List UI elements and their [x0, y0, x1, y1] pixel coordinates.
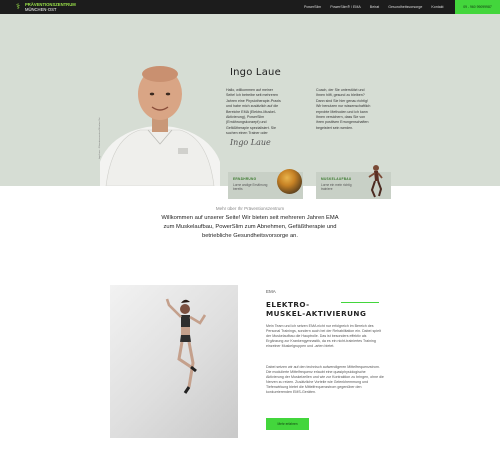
portrait-caption: Ingo Laue – Präventionszentrum München O… — [99, 117, 101, 159]
ema-tag: EMA — [266, 289, 276, 294]
logo-line2-a: MÜNCHEN — [25, 7, 47, 12]
logo-line2: MÜNCHEN-OST — [25, 7, 76, 12]
ema-title-line1: ELEKTRO- — [266, 300, 310, 309]
menu-item-beirat[interactable]: Beirat — [370, 5, 379, 9]
phone-cta-button[interactable]: 09 - 960 99099987 — [455, 0, 500, 14]
card-title: MUSKELAUFBAU — [321, 177, 352, 181]
menu-item-powerslim[interactable]: PowerSlim — [304, 5, 321, 9]
hero-text-col1: Hallo, willkommen auf meiner Seite! Ich … — [226, 88, 281, 136]
food-bowl-image — [277, 169, 302, 194]
hero-text-col2: Coach, der Sie unterstützt und Ihnen hil… — [316, 88, 371, 130]
intro-subtitle: Mehr über Ihr Präventionszentrum — [215, 206, 285, 211]
card-subtitle: Lorne andige Ernährung bereits — [233, 183, 268, 192]
logo[interactable]: ⚕ PRÄVENTIONSZENTRUM MÜNCHEN-OST — [14, 2, 76, 12]
more-button[interactable]: Mehr erfahren — [266, 418, 309, 430]
top-navigation: ⚕ PRÄVENTIONSZENTRUM MÜNCHEN-OST PowerSl… — [0, 0, 500, 14]
card-subtitle: Lorne ein mein richtig trainiere — [321, 183, 352, 192]
menu-item-gesundheitsvorsorge[interactable]: Gesundheitsvorsorge — [388, 5, 422, 9]
intro-text: Willkommen auf unserer Seite! Wir bieten… — [161, 215, 339, 239]
ema-title: ELEKTRO- MUSKEL-AKTIVIERUNG — [266, 300, 366, 318]
caduceus-icon: ⚕ — [15, 2, 21, 11]
ema-paragraph-1: Mein Team und ich setzen EMA nicht nur e… — [266, 324, 381, 348]
logo-line2-b: OST — [47, 7, 57, 12]
menu-item-kontakt[interactable]: Kontakt — [431, 5, 443, 9]
athlete-image — [368, 165, 383, 198]
card-title: ERNÄHRUNG — [233, 177, 257, 181]
main-menu: PowerSlim PowerSlim® / EMA Beirat Gesund… — [304, 0, 453, 14]
logo-text: PRÄVENTIONSZENTRUM MÜNCHEN-OST — [25, 2, 76, 12]
hero-name: Ingo Laue — [230, 67, 281, 78]
ema-paragraph-2: Dabei setzen wir auf den technisch aufwe… — [266, 365, 384, 394]
signature: Ingo Laue — [230, 138, 271, 147]
menu-item-powerslim-ema[interactable]: PowerSlim® / EMA — [330, 5, 361, 9]
portrait-photo — [100, 66, 220, 186]
jumping-athlete-image — [165, 298, 207, 394]
ema-title-line2: MUSKEL-AKTIVIERUNG — [266, 309, 367, 318]
hero-section: Ingo Laue – Präventionszentrum München O… — [0, 14, 500, 199]
